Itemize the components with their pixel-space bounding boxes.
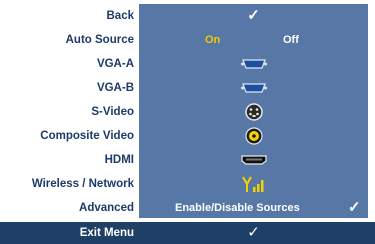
exit-menu-label: Exit Menu: [79, 227, 134, 239]
menu-label-auto-source: Auto Source: [65, 34, 134, 46]
vga-connector-icon[interactable]: [240, 82, 267, 94]
menu-panel: Back ✓ Auto Source On Off VGA-A VGA-B S-…: [8, 4, 368, 218]
checkmark-icon[interactable]: ✓: [139, 222, 368, 244]
menu-row-advanced[interactable]: Advanced Enable/Disable Sources ✓: [8, 196, 368, 220]
menu-label-hdmi: HDMI: [104, 154, 134, 166]
menu-row-wireless-network[interactable]: Wireless / Network: [8, 172, 368, 196]
wireless-signal-icon[interactable]: [241, 175, 266, 193]
menu-label-advanced: Advanced: [79, 202, 134, 214]
menu-row-s-video[interactable]: S-Video: [8, 100, 368, 124]
composite-connector-icon[interactable]: [244, 127, 263, 145]
checkmark-icon: ✓: [348, 199, 361, 216]
menu-row-vga-a[interactable]: VGA-A: [8, 52, 368, 76]
menu-label-wireless-network: Wireless / Network: [31, 178, 134, 190]
menu-row-auto-source[interactable]: Auto Source On Off: [8, 28, 368, 52]
menu-row-composite-video[interactable]: Composite Video: [8, 124, 368, 148]
svideo-connector-icon[interactable]: [244, 103, 263, 121]
enable-disable-sources-label[interactable]: Enable/Disable Sources: [175, 196, 300, 220]
menu-row-hdmi[interactable]: HDMI: [8, 148, 368, 172]
menu-label-s-video: S-Video: [91, 106, 134, 118]
menu-label-back: Back: [106, 10, 135, 22]
auto-source-on-option[interactable]: On: [205, 34, 220, 46]
menu-row-back[interactable]: Back ✓: [8, 4, 368, 28]
menu-label-vga-a: VGA-A: [96, 58, 134, 70]
menu-label-composite-video: Composite Video: [40, 130, 134, 142]
osd-menu: Back ✓ Auto Source On Off VGA-A VGA-B S-…: [0, 0, 375, 244]
hdmi-connector-icon[interactable]: [240, 155, 267, 165]
menu-label-vga-b: VGA-B: [96, 82, 134, 94]
exit-menu-bar[interactable]: Exit Menu ✓: [0, 222, 375, 244]
auto-source-off-option[interactable]: Off: [283, 34, 299, 46]
vga-connector-icon[interactable]: [240, 58, 267, 70]
checkmark-icon[interactable]: ✓: [247, 4, 260, 28]
menu-row-vga-b[interactable]: VGA-B: [8, 76, 368, 100]
